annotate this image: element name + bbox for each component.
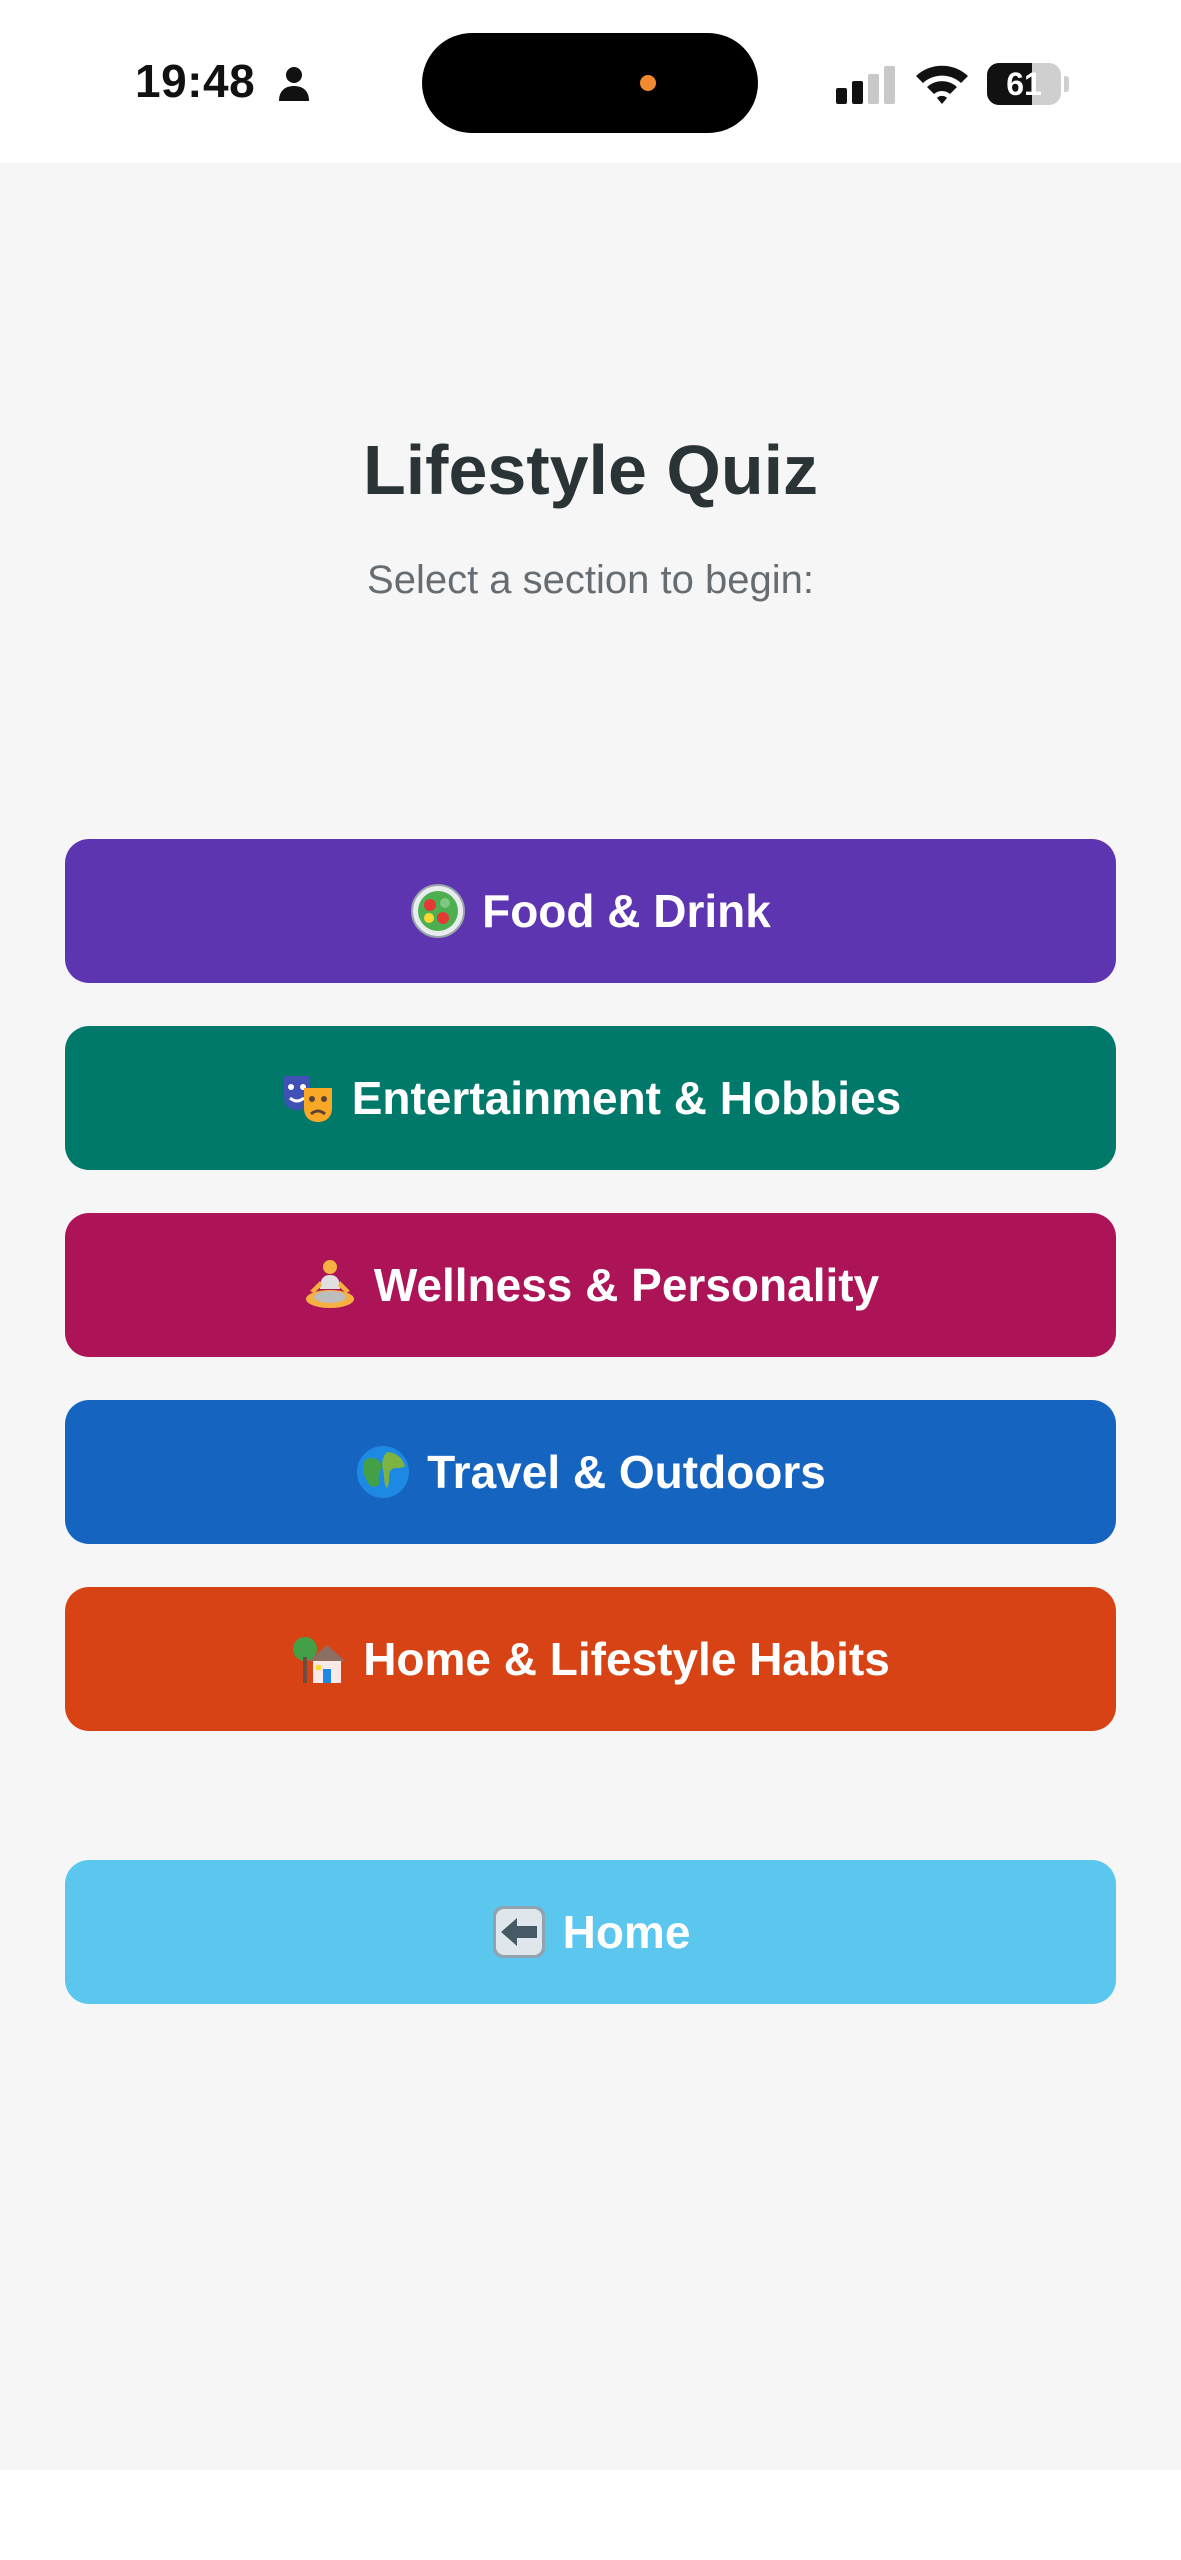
section-label: Home & Lifestyle Habits [363, 1633, 890, 1685]
dynamic-island [422, 33, 758, 133]
section-button-food-drink[interactable]: Food & Drink [65, 839, 1116, 983]
page-title: Lifestyle Quiz [362, 431, 819, 509]
left-arrow-icon [492, 1906, 545, 1958]
battery-tip [1064, 76, 1069, 92]
battery-level-text: 61 [1006, 66, 1042, 102]
section-button-wellness-personality[interactable]: Wellness & Personality [65, 1213, 1116, 1357]
status-bar: 19:48 61 [0, 0, 1181, 163]
meditation-icon [305, 1260, 354, 1308]
section-label: Wellness & Personality [373, 1259, 880, 1311]
theater-masks-icon [283, 1076, 332, 1122]
battery-body: 61 [987, 63, 1061, 105]
battery-indicator: 61 [987, 63, 1069, 105]
home-button[interactable]: Home [65, 1860, 1116, 2004]
section-button-home-lifestyle-habits[interactable]: Home & Lifestyle Habits [65, 1587, 1116, 1731]
salad-icon [411, 884, 466, 938]
cellular-signal-icon [836, 66, 895, 104]
page-subtitle: Select a section to begin: [367, 558, 814, 602]
section-label: Entertainment & Hobbies [351, 1072, 902, 1124]
bottom-safe-area [0, 2470, 1181, 2560]
status-time: 19:48 [135, 55, 256, 107]
section-label: Travel & Outdoors [427, 1446, 826, 1498]
person-icon [279, 67, 309, 101]
section-button-entertainment-hobbies[interactable]: Entertainment & Hobbies [65, 1026, 1116, 1170]
house-icon [293, 1637, 346, 1683]
globe-icon [357, 1446, 410, 1498]
section-button-travel-outdoors[interactable]: Travel & Outdoors [65, 1400, 1116, 1544]
camera-indicator-dot [640, 75, 656, 91]
section-label: Food & Drink [482, 885, 771, 937]
wifi-icon [916, 65, 968, 104]
home-button-label: Home [562, 1906, 691, 1958]
